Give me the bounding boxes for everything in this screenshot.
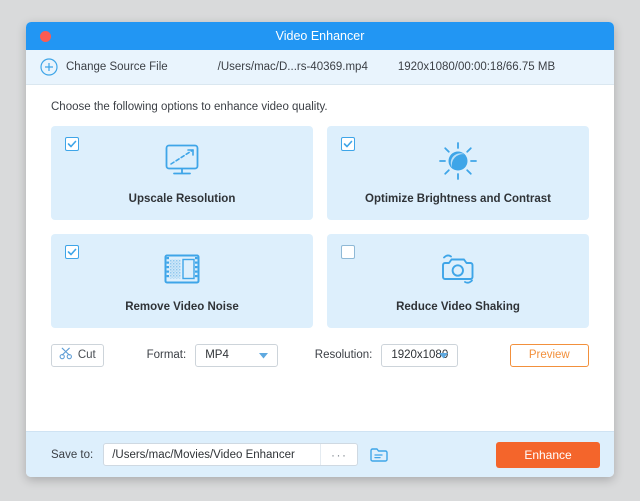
options-grid: Upscale Resolution [40, 126, 600, 328]
cut-button[interactable]: Cut [51, 344, 104, 367]
title-bar: Video Enhancer [26, 22, 614, 50]
main-content: Choose the following options to enhance … [26, 85, 614, 431]
checkbox-optimize-brightness[interactable] [341, 137, 355, 151]
option-label-remove-video-noise: Remove Video Noise [125, 301, 239, 313]
option-card-reduce-video-shaking[interactable]: Reduce Video Shaking [327, 234, 589, 328]
browse-ellipsis-button[interactable]: ··· [320, 444, 357, 465]
controls-row: Cut Format: MP4 Resolution: 1920x1080 Pr… [40, 343, 600, 367]
save-path-value: /Users/mac/Movies/Video Enhancer [112, 449, 295, 461]
window-title: Video Enhancer [26, 22, 614, 50]
preview-button-label: Preview [529, 349, 570, 361]
checkbox-reduce-video-shaking[interactable] [341, 245, 355, 259]
bottom-bar: Save to: /Users/mac/Movies/Video Enhance… [26, 431, 614, 477]
enhance-button-label: Enhance [524, 448, 571, 462]
option-label-upscale-resolution: Upscale Resolution [129, 193, 236, 205]
enhance-button[interactable]: Enhance [496, 442, 600, 468]
option-card-remove-video-noise[interactable]: Remove Video Noise [51, 234, 313, 328]
cut-button-label: Cut [78, 349, 96, 361]
source-file-meta: 1920x1080/00:00:18/66.75 MB [398, 61, 555, 73]
save-path-input[interactable]: /Users/mac/Movies/Video Enhancer ··· [103, 443, 358, 466]
checkbox-remove-video-noise[interactable] [65, 245, 79, 259]
preview-button[interactable]: Preview [510, 344, 589, 367]
option-label-optimize-brightness: Optimize Brightness and Contrast [365, 193, 551, 205]
film-strip-noise-icon [161, 247, 203, 291]
camera-shake-icon [437, 247, 479, 291]
option-label-reduce-video-shaking: Reduce Video Shaking [396, 301, 520, 313]
instruction-text: Choose the following options to enhance … [51, 101, 600, 113]
source-file-bar: Change Source File /Users/mac/D...rs-403… [26, 50, 614, 85]
monitor-upscale-icon [161, 139, 203, 183]
chevron-down-icon [259, 346, 268, 364]
option-card-optimize-brightness[interactable]: Optimize Brightness and Contrast [327, 126, 589, 220]
format-select-value: MP4 [205, 349, 229, 361]
source-file-path: /Users/mac/D...rs-40369.mp4 [218, 61, 368, 73]
format-select[interactable]: MP4 [195, 344, 278, 367]
resolution-label: Resolution: [315, 349, 373, 361]
scissors-icon [59, 347, 73, 363]
format-label: Format: [147, 349, 187, 361]
save-to-label: Save to: [51, 449, 93, 461]
app-window: Video Enhancer Change Source File /Users… [26, 22, 614, 477]
plus-circle-icon[interactable] [40, 58, 58, 76]
checkbox-upscale-resolution[interactable] [65, 137, 79, 151]
folder-open-icon[interactable] [368, 445, 390, 465]
change-source-file-button[interactable]: Change Source File [66, 61, 168, 73]
resolution-select[interactable]: 1920x1080 [381, 344, 457, 367]
sun-brightness-icon [438, 139, 478, 183]
chevron-down-icon [439, 346, 448, 364]
option-card-upscale-resolution[interactable]: Upscale Resolution [51, 126, 313, 220]
